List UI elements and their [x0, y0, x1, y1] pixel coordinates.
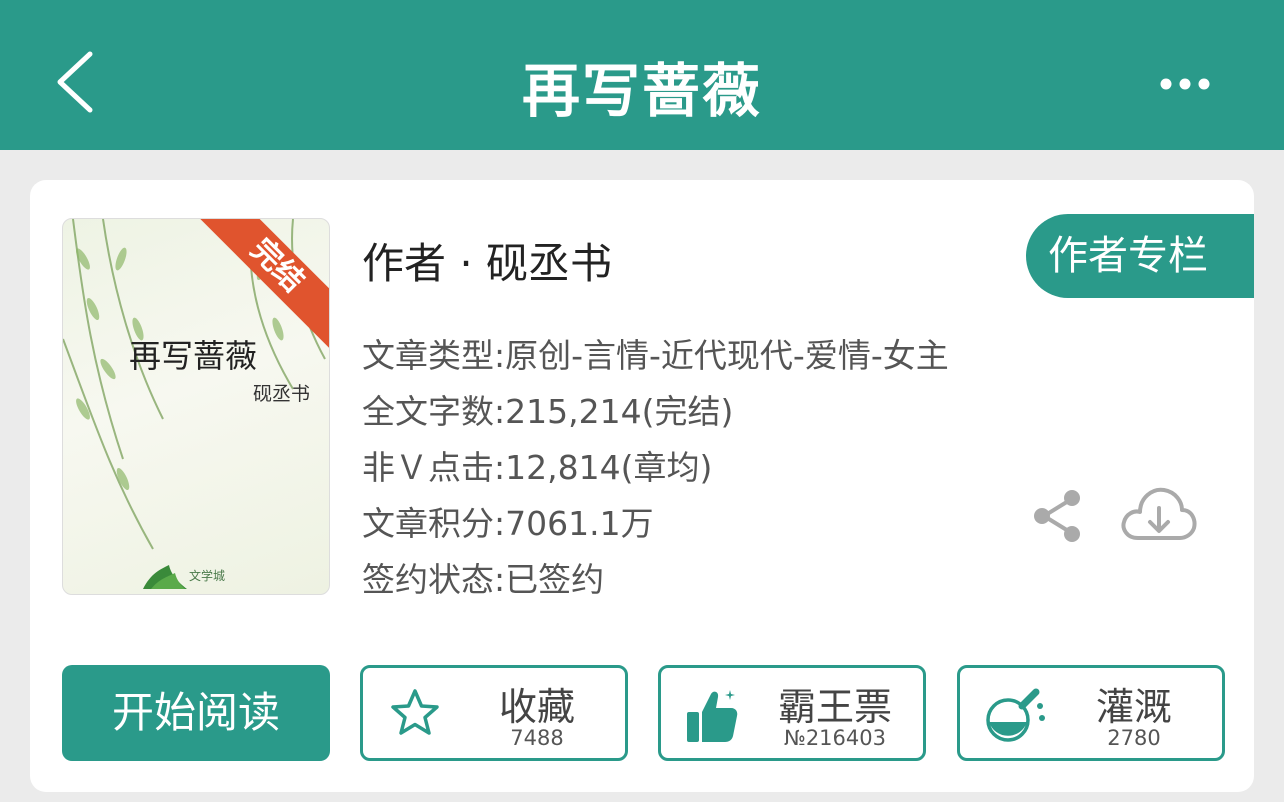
collect-button[interactable]: 收藏 7488 [360, 665, 628, 761]
vote-button[interactable]: 霸王票 №216403 [658, 665, 926, 761]
star-icon [391, 689, 439, 735]
page-title: 再写蔷薇 [521, 57, 762, 125]
collect-count: 7488 [510, 726, 564, 750]
vote-count: №216403 [783, 726, 886, 750]
thumbs-up-icon [687, 690, 738, 742]
author-name[interactable]: 作者 · 砚丞书 [362, 230, 612, 291]
share-icon[interactable] [1032, 488, 1082, 544]
cover-title: 再写蔷薇 [129, 337, 258, 375]
info-genre: 文章类型:原创-言情-近代现代-爱情-女主 [362, 336, 949, 375]
cover-author: 砚丞书 [253, 383, 311, 405]
info-word-count: 全文字数:215,214(完结) [362, 392, 734, 431]
book-card: 再写蔷薇 砚丞书 完结 文学城 作者 · 砚丞书 作者专栏 文章类型:原创-言情… [30, 180, 1254, 792]
top-bar: 再写蔷薇 [0, 0, 1284, 150]
water-label: 灌溉 [1095, 685, 1172, 729]
book-info-list: 文章类型:原创-言情-近代现代-爱情-女主 全文字数:215,214(完结) 非… [362, 328, 949, 608]
collect-label: 收藏 [498, 685, 575, 729]
info-clicks: 非Ｖ点击:12,814(章均) [362, 448, 713, 487]
water-button[interactable]: 灌溉 2780 [957, 665, 1225, 761]
vote-label: 霸王票 [777, 685, 892, 729]
info-score: 文章积分:7061.1万 [362, 504, 654, 543]
info-sign-status: 签约状态:已签约 [362, 560, 605, 599]
book-cover[interactable]: 再写蔷薇 砚丞书 完结 文学城 [62, 218, 330, 595]
flask-icon [986, 688, 1045, 742]
author-column-button[interactable]: 作者专栏 [1026, 214, 1254, 298]
water-count: 2780 [1107, 726, 1161, 750]
download-icon[interactable] [1120, 484, 1198, 546]
publisher-name: 文学城 [189, 569, 226, 583]
start-reading-button[interactable]: 开始阅读 [62, 665, 330, 761]
more-icon[interactable] [1160, 74, 1210, 94]
